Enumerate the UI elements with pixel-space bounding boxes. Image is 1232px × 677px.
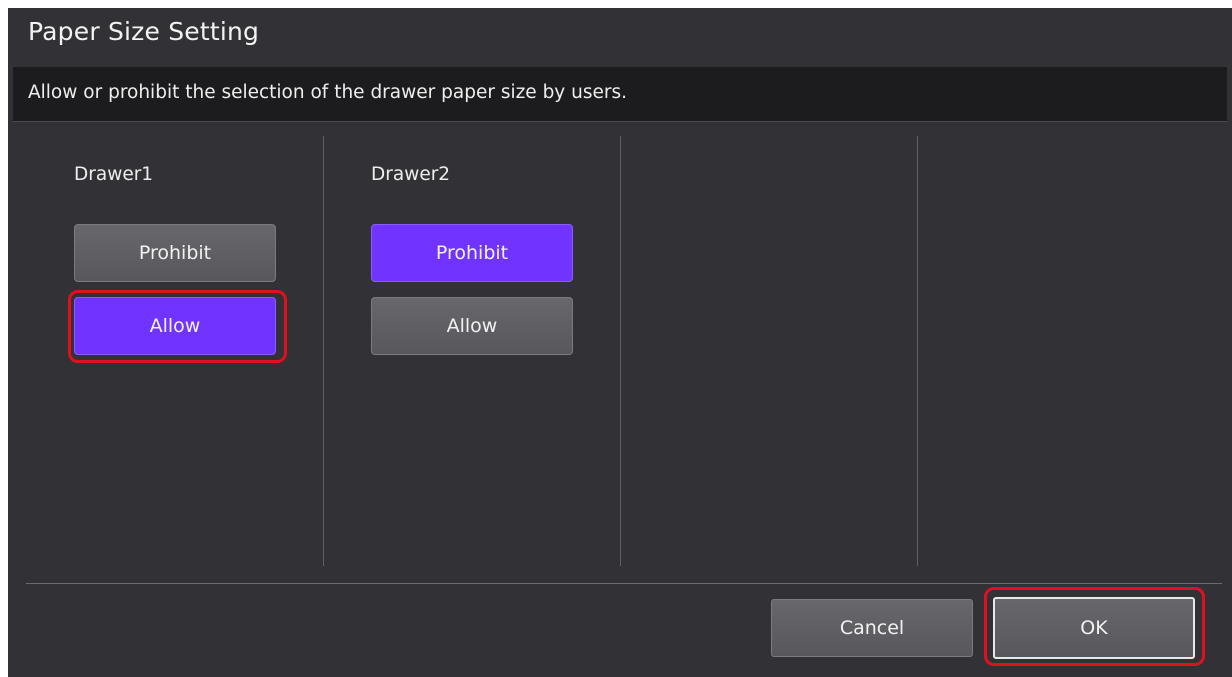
drawer1-prohibit-button[interactable]: Prohibit [74, 224, 276, 282]
column-divider [323, 136, 324, 566]
drawer2-prohibit-button[interactable]: Prohibit [371, 224, 573, 282]
column-divider [620, 136, 621, 566]
footer-divider [26, 583, 1222, 584]
ok-button-highlight [984, 587, 1205, 666]
dialog-title: Paper Size Setting [28, 17, 260, 46]
drawer1-label: Drawer1 [74, 164, 154, 185]
drawer2-allow-button[interactable]: Allow [371, 297, 573, 355]
dialog-description: Allow or prohibit the selection of the d… [28, 82, 628, 103]
drawer1-allow-highlight [68, 290, 287, 363]
drawer2-label: Drawer2 [371, 164, 451, 185]
description-bar: Allow or prohibit the selection of the d… [13, 67, 1227, 122]
title-bar: Paper Size Setting [8, 8, 1232, 59]
cancel-button[interactable]: Cancel [771, 599, 973, 657]
column-divider [917, 136, 918, 566]
paper-size-dialog: Paper Size Setting Allow or prohibit the… [8, 8, 1232, 677]
